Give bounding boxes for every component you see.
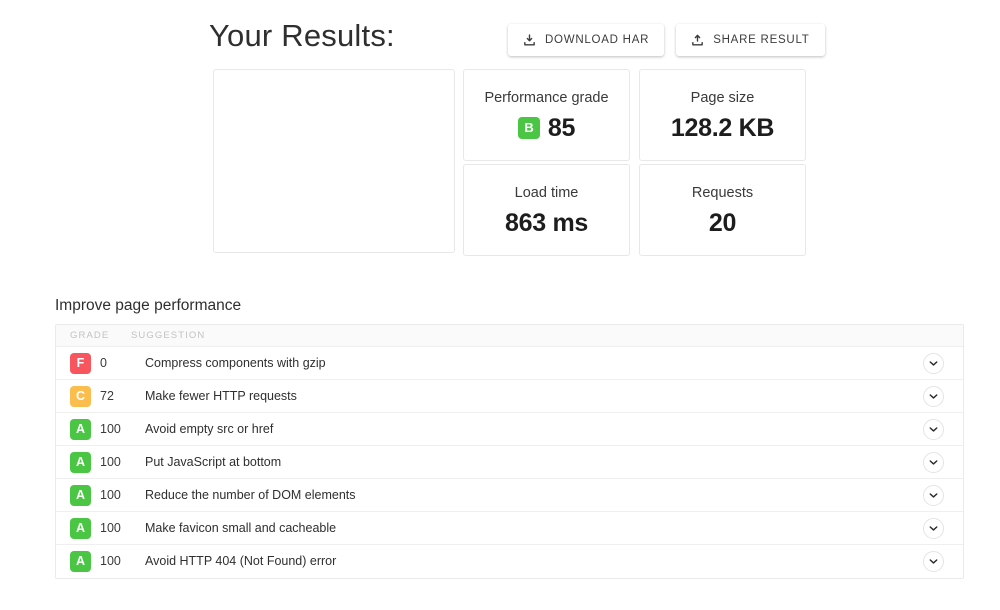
cell-toggle: [903, 551, 963, 572]
metric-card-page-size: Page size 128.2 KB: [639, 69, 806, 161]
download-icon: [523, 34, 536, 47]
cell-grade: A 100: [56, 551, 145, 572]
column-header-suggestion: SUGGESTION: [131, 330, 963, 341]
metric-value: 128.2 KB: [671, 114, 774, 142]
expand-row-button[interactable]: [923, 518, 944, 539]
table-row[interactable]: A 100 Reduce the number of DOM elements: [56, 479, 963, 512]
cell-toggle: [903, 452, 963, 473]
share-result-button[interactable]: SHARE RESULT: [676, 24, 824, 56]
grade-badge: A: [70, 419, 91, 440]
expand-row-button[interactable]: [923, 551, 944, 572]
results-header: Your Results: DOWNLOAD HAR SHARE RESULT: [0, 0, 1000, 62]
suggestions-table: GRADE SUGGESTION F0Compress components w…: [55, 324, 964, 579]
share-result-label: SHARE RESULT: [713, 34, 809, 46]
chevron-down-icon: [929, 491, 938, 500]
metric-label: Load time: [515, 184, 579, 202]
suggestions-section-title: Improve page performance: [55, 296, 241, 316]
metric-card-load-time: Load time 863 ms: [463, 164, 630, 256]
cell-suggestion: Avoid empty src or href: [145, 423, 903, 436]
table-row[interactable]: A 100 Put JavaScript at bottom: [56, 446, 963, 479]
download-har-button[interactable]: DOWNLOAD HAR: [508, 24, 664, 56]
performance-grade-score: 85: [548, 114, 575, 142]
cell-suggestion: Put JavaScript at bottom: [145, 456, 903, 469]
cell-grade: A 100: [56, 452, 145, 473]
grade-score: 100: [100, 423, 121, 436]
cell-toggle: [903, 353, 963, 374]
grade-badge: C: [70, 386, 91, 407]
expand-row-button[interactable]: [923, 419, 944, 440]
grade-score: 0: [100, 357, 107, 370]
metric-value: 20: [709, 209, 736, 237]
grade-badge: A: [70, 551, 91, 572]
chevron-down-icon: [929, 359, 938, 368]
table-body: F0Compress components with gzipC72Make f…: [56, 347, 963, 578]
grade-score: 72: [100, 390, 114, 403]
cell-toggle: [903, 518, 963, 539]
table-row[interactable]: C 72 Make fewer HTTP requests: [56, 380, 963, 413]
grade-score: 100: [100, 555, 121, 568]
grade-score: 100: [100, 522, 121, 535]
cell-grade: F0: [56, 353, 145, 374]
expand-row-button[interactable]: [923, 485, 944, 506]
metric-card-requests: Requests 20: [639, 164, 806, 256]
cell-suggestion: Compress components with gzip: [145, 357, 903, 370]
metric-label: Performance grade: [484, 89, 608, 107]
table-row[interactable]: A 100 Make favicon small and cacheable: [56, 512, 963, 545]
download-har-label: DOWNLOAD HAR: [545, 34, 649, 46]
chevron-down-icon: [929, 425, 938, 434]
grade-score: 100: [100, 489, 121, 502]
cell-grade: C 72: [56, 386, 145, 407]
page-title: Your Results:: [209, 14, 395, 58]
chevron-down-icon: [929, 557, 938, 566]
chevron-down-icon: [929, 524, 938, 533]
cell-suggestion: Avoid HTTP 404 (Not Found) error: [145, 555, 903, 568]
cell-suggestion: Make favicon small and cacheable: [145, 522, 903, 535]
cell-suggestion: Make fewer HTTP requests: [145, 390, 903, 403]
table-header-row: GRADE SUGGESTION: [56, 325, 963, 347]
grade-score: 100: [100, 456, 121, 469]
expand-row-button[interactable]: [923, 386, 944, 407]
expand-row-button[interactable]: [923, 353, 944, 374]
metric-label: Requests: [692, 184, 753, 202]
cell-suggestion: Reduce the number of DOM elements: [145, 489, 903, 502]
cell-grade: A 100: [56, 485, 145, 506]
chevron-down-icon: [929, 458, 938, 467]
grade-badge: A: [70, 485, 91, 506]
chevron-down-icon: [929, 392, 938, 401]
column-header-grade: GRADE: [56, 330, 131, 341]
grade-badge: F: [70, 353, 91, 374]
cell-grade: A 100: [56, 419, 145, 440]
metric-value: 863 ms: [505, 209, 588, 237]
header-action-buttons: DOWNLOAD HAR SHARE RESULT: [508, 24, 825, 56]
cell-toggle: [903, 419, 963, 440]
table-row[interactable]: A 100 Avoid HTTP 404 (Not Found) error: [56, 545, 963, 578]
grade-badge: A: [70, 452, 91, 473]
share-icon: [691, 34, 704, 47]
grade-badge: A: [70, 518, 91, 539]
cell-grade: A 100: [56, 518, 145, 539]
table-row[interactable]: F0Compress components with gzip: [56, 347, 963, 380]
performance-grade-badge: B: [518, 117, 540, 139]
cell-toggle: [903, 386, 963, 407]
metric-value: B 85: [518, 114, 575, 142]
metric-card-performance-grade: Performance grade B 85: [463, 69, 630, 161]
screenshot-preview-card: [213, 69, 455, 253]
cell-toggle: [903, 485, 963, 506]
expand-row-button[interactable]: [923, 452, 944, 473]
metric-label: Page size: [691, 89, 755, 107]
table-row[interactable]: A 100 Avoid empty src or href: [56, 413, 963, 446]
